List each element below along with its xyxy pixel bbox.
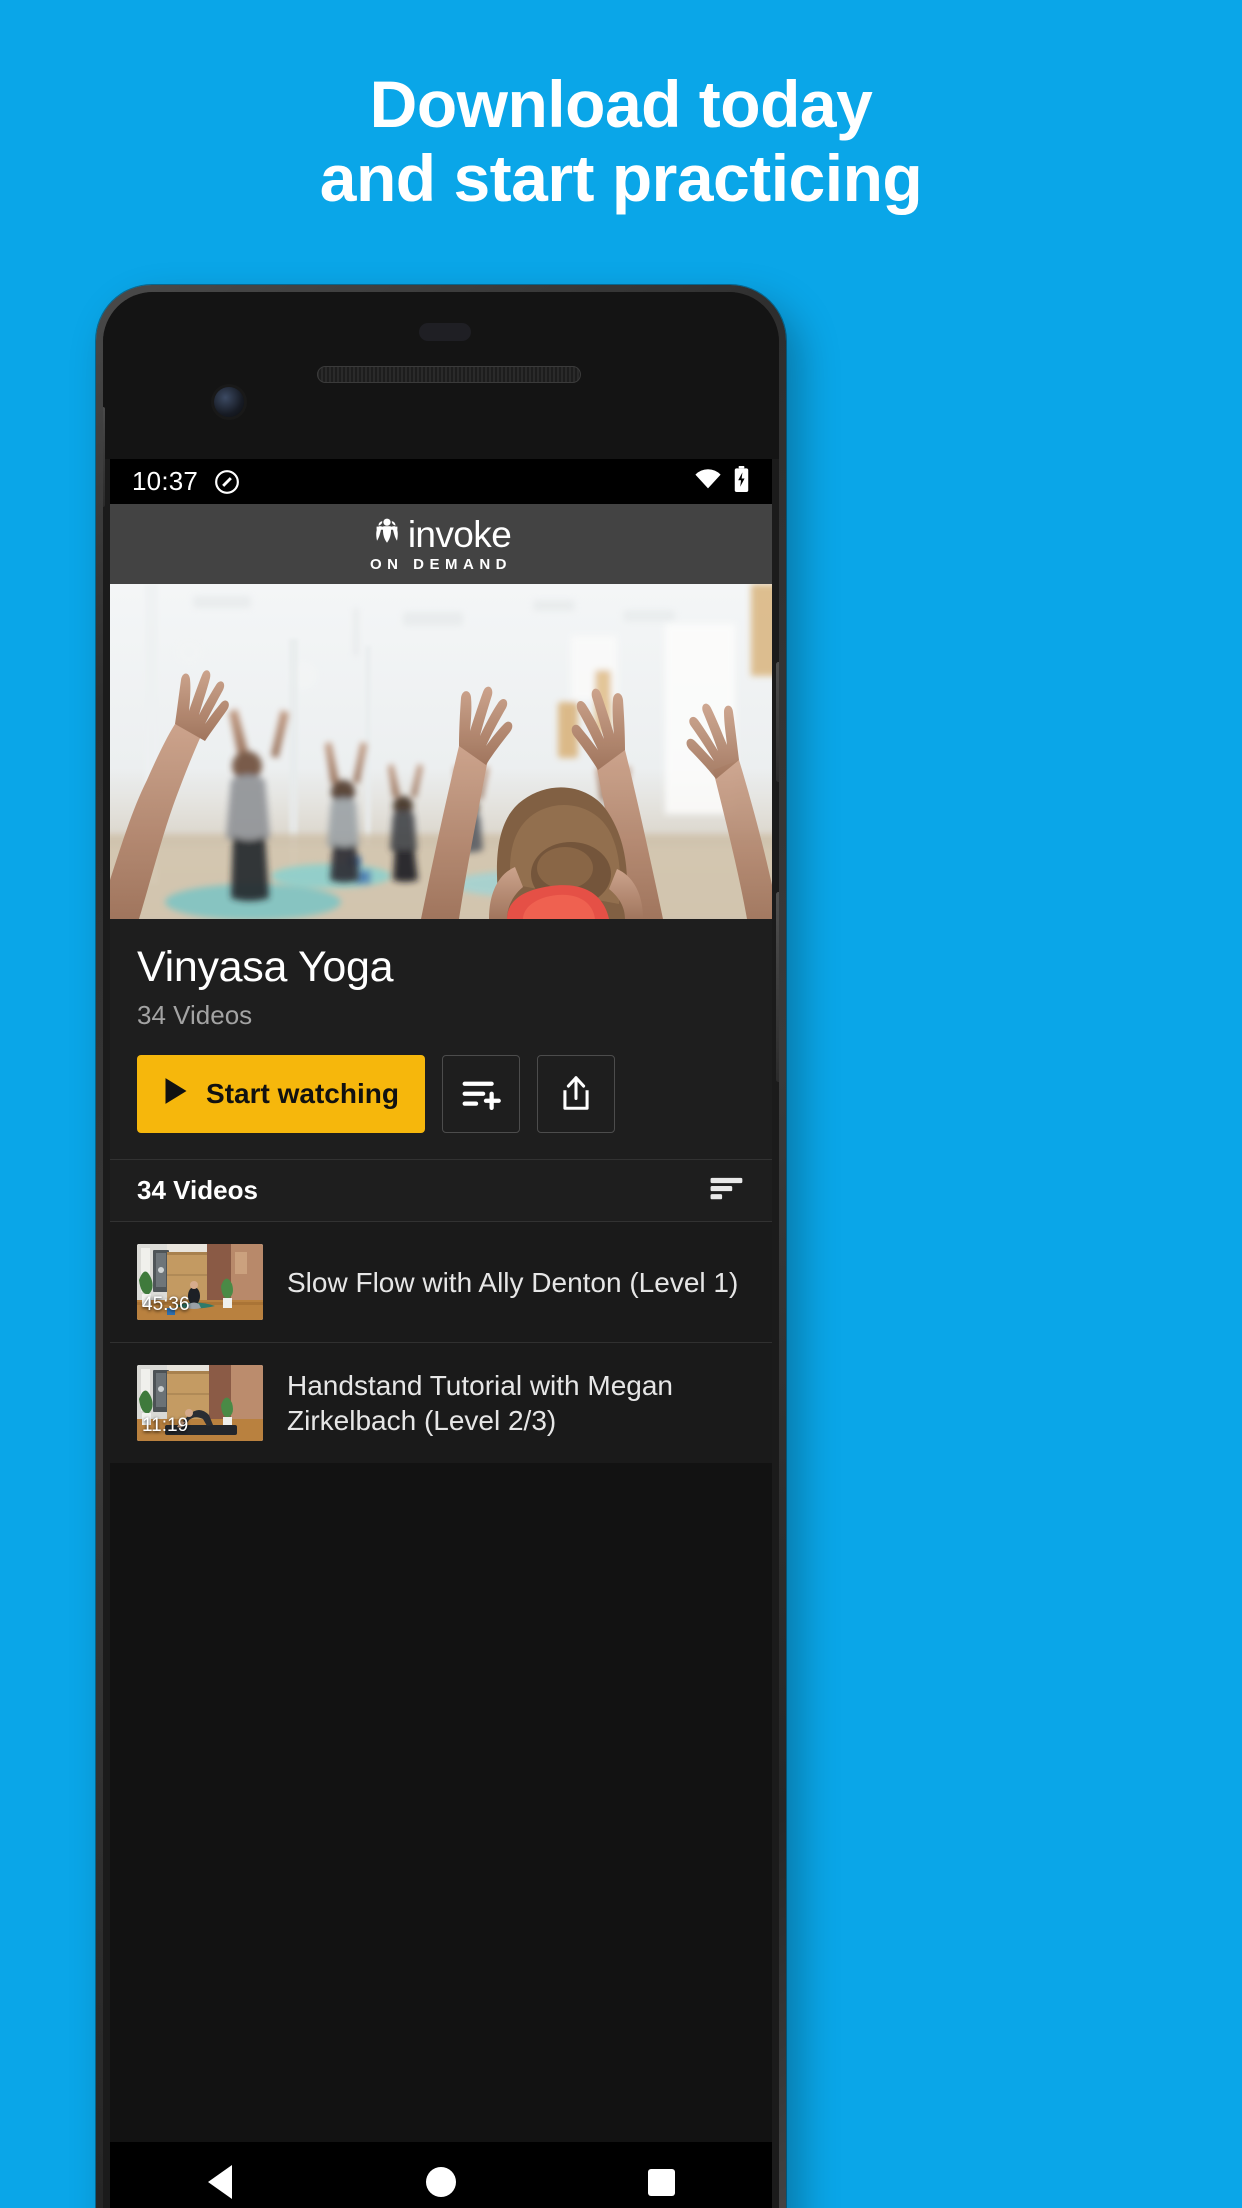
nav-home-button[interactable]: [381, 2142, 501, 2208]
battery-charging-icon: [733, 466, 750, 497]
invoke-lotus-icon: [371, 516, 403, 553]
nav-back-button[interactable]: [160, 2142, 280, 2208]
list-item[interactable]: 11:19 Handstand Tutorial with Megan Zirk…: [110, 1342, 772, 1463]
status-bar-icons: [694, 466, 750, 497]
video-count-subtitle: 34 Videos: [137, 1000, 253, 1031]
headline-line-1: Download today: [369, 67, 873, 141]
start-watching-button[interactable]: Start watching: [137, 1055, 425, 1134]
video-duration: 11:19: [142, 1415, 189, 1437]
app-logo-tagline: ON DEMAND: [370, 555, 512, 573]
status-bar-clock: 10:37: [132, 466, 199, 496]
phone-screen: 10:37 invoke ON DEMAND Vinyasa Yoga 34 V…: [110, 459, 772, 2208]
sort-icon[interactable]: [705, 1175, 745, 1206]
status-bar: 10:37: [110, 459, 772, 504]
playlist-detail: Vinyasa Yoga 34 Videos Start watching: [110, 919, 772, 1160]
video-title: Handstand Tutorial with Megan Zirkelbach…: [287, 1370, 673, 1437]
add-to-playlist-button[interactable]: [442, 1055, 520, 1134]
play-icon: [163, 1077, 189, 1112]
volume-button[interactable]: [776, 892, 779, 1082]
videos-section-header: 34 Videos: [110, 1159, 772, 1223]
phone-top-bezel: [103, 292, 779, 459]
front-camera-icon: [214, 387, 244, 417]
home-circle-icon: [425, 2167, 456, 2197]
phone-body: 10:37 invoke ON DEMAND Vinyasa Yoga 34 V…: [103, 292, 779, 2208]
headline-line-2: and start practicing: [319, 140, 923, 215]
app-logo: invoke: [371, 513, 512, 555]
videos-count-label: 34 Videos: [137, 1175, 258, 1206]
video-duration: 45:36: [142, 1294, 190, 1316]
action-buttons-row: Start watching: [137, 1055, 745, 1159]
video-thumbnail: 11:19: [137, 1365, 263, 1442]
proximity-sensor-icon: [419, 323, 471, 341]
promo-headline: Download today and start practicing: [0, 67, 1242, 216]
video-title: Slow Flow with Ally Denton (Level 1): [287, 1266, 739, 1298]
videos-list: 45:36 Slow Flow with Ally Denton (Level …: [110, 1222, 772, 1464]
playlist-add-icon: [461, 1076, 501, 1113]
share-icon: [559, 1075, 593, 1114]
list-item[interactable]: 45:36 Slow Flow with Ally Denton (Level …: [110, 1222, 772, 1342]
app-header: invoke ON DEMAND: [110, 504, 772, 584]
phone-mockup: 10:37 invoke ON DEMAND Vinyasa Yoga 34 V…: [96, 285, 786, 2208]
app-logo-wordmark: invoke: [407, 513, 512, 555]
android-navigation-bar: [110, 2142, 772, 2208]
wifi-icon: [694, 468, 722, 495]
back-triangle-icon: [208, 2165, 233, 2199]
phone-side-detail: [103, 407, 105, 507]
do-not-disturb-icon: [214, 469, 240, 495]
recents-square-icon: [648, 2168, 676, 2196]
video-thumbnail: 45:36: [137, 1244, 263, 1321]
share-button[interactable]: [537, 1055, 615, 1134]
page-title: Vinyasa Yoga: [137, 943, 394, 991]
start-watching-label: Start watching: [206, 1078, 399, 1110]
hero-image: [110, 584, 772, 919]
nav-recents-button[interactable]: [602, 2142, 722, 2208]
earpiece-speaker-icon: [317, 366, 581, 383]
power-button[interactable]: [776, 662, 779, 782]
